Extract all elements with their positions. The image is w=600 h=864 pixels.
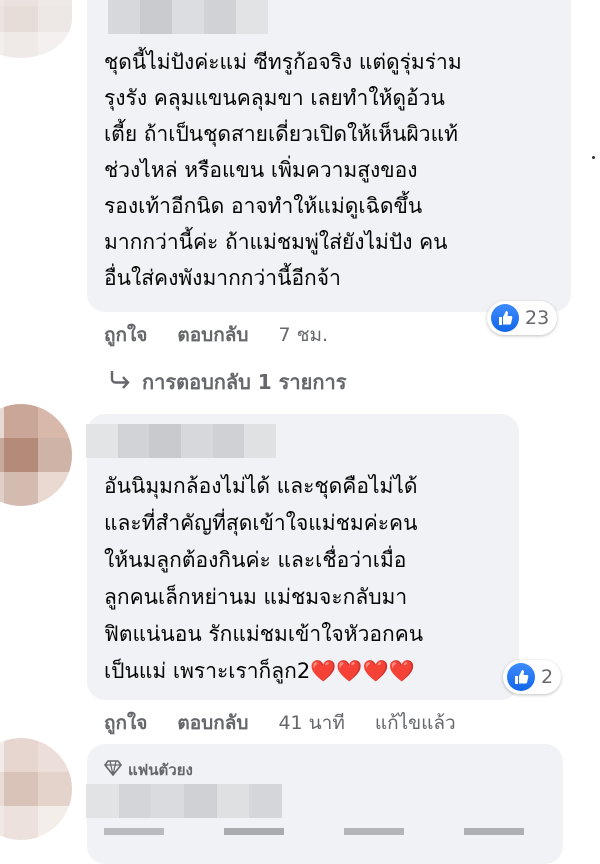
stray-dot — [592, 156, 595, 159]
comment-line: รุงรัง คลุมแขนคลุมขา เลยทำให้ดูอ้วน — [104, 86, 445, 110]
reaction-count-pill[interactable]: 23 — [487, 301, 558, 335]
comment-line: อื่นใส่คงพังมากกว่านี้อีกจ้า — [104, 266, 341, 290]
reply-button[interactable]: ตอบกลับ — [177, 708, 248, 738]
avatar[interactable] — [0, 0, 72, 58]
timestamp[interactable]: 7 ชม. — [278, 320, 328, 350]
comment-line: อันนิมุมกล้องไม่ได้ และชุดคือไม่ได้ — [104, 474, 418, 498]
view-replies-link[interactable]: การตอบกลับ 1 รายการ — [108, 366, 346, 398]
reaction-count-pill[interactable]: 2 — [503, 660, 562, 694]
like-button[interactable]: ถูกใจ — [104, 708, 147, 738]
comment-line: เตี้ย ถ้าเป็นชุดสายเดี่ยวเปิดให้เห็นผิวแ… — [104, 122, 458, 146]
comment-actions: ถูกใจ ตอบกลับ 7 ชม. — [104, 320, 328, 350]
edited-label[interactable]: แก้ไขแล้ว — [375, 708, 456, 738]
like-button[interactable]: ถูกใจ — [104, 320, 147, 350]
commenter-name-blurred[interactable] — [86, 424, 276, 458]
timestamp[interactable]: 41 นาที — [278, 708, 344, 738]
reaction-count: 23 — [525, 307, 550, 329]
top-fan-label: แฟนตัวยง — [128, 761, 193, 779]
reply-arrow-icon — [108, 369, 132, 396]
view-replies-label: การตอบกลับ 1 รายการ — [142, 370, 347, 394]
comment-line: และที่สำคัญที่สุดเข้าใจแม่ชมค่ะคน — [104, 511, 418, 535]
reply-button[interactable]: ตอบกลับ — [177, 320, 248, 350]
avatar[interactable] — [0, 404, 72, 506]
like-icon — [491, 304, 519, 332]
diamond-icon — [103, 760, 123, 780]
commenter-name-blurred[interactable] — [86, 784, 282, 818]
like-icon — [507, 663, 535, 691]
comment-line: ฟิตแน่นอน รักแม่ชมเข้าใจหัวอกคน — [104, 622, 424, 646]
comment-line: ลูกคนเล็กหย่านม แม่ชมจะกลับมา — [104, 585, 408, 609]
comment-line: เป็นแม่ เพราะเราก็ลูก2❤️❤️❤️❤️ — [104, 653, 415, 690]
comment-line-text: เป็นแม่ เพราะเราก็ลูก2 — [104, 659, 311, 683]
comment-line: มากกว่านี้ค่ะ ถ้าแม่ชมพู่ใส่ยังไม่ปัง คน — [104, 230, 448, 254]
comment-text-cutoff — [104, 828, 524, 835]
avatar[interactable] — [0, 738, 72, 840]
comment-line: ให้นมลูกต้องกินค่ะ และเชื่อว่าเมื่อ — [104, 548, 407, 572]
comment-line: รองเท้าอีกนิด อาจทำให้แม่ดูเฉิดขึ้น — [104, 194, 423, 218]
commenter-name-blurred[interactable] — [108, 0, 268, 34]
heart-emoji: ❤️❤️❤️❤️ — [310, 659, 415, 683]
comment-actions: ถูกใจ ตอบกลับ 41 นาที แก้ไขแล้ว — [104, 708, 456, 738]
top-fan-badge[interactable]: แฟนตัวยง — [103, 758, 193, 782]
comment-line: ช่วงไหล่ หรือแขน เพิ่มความสูงของ — [104, 158, 418, 182]
comment-line: ชุดนี้ไม่ปังค่ะแม่ ซีทรูก้อจริง แต่ดูรุ่… — [104, 50, 462, 74]
reaction-count: 2 — [541, 666, 554, 688]
